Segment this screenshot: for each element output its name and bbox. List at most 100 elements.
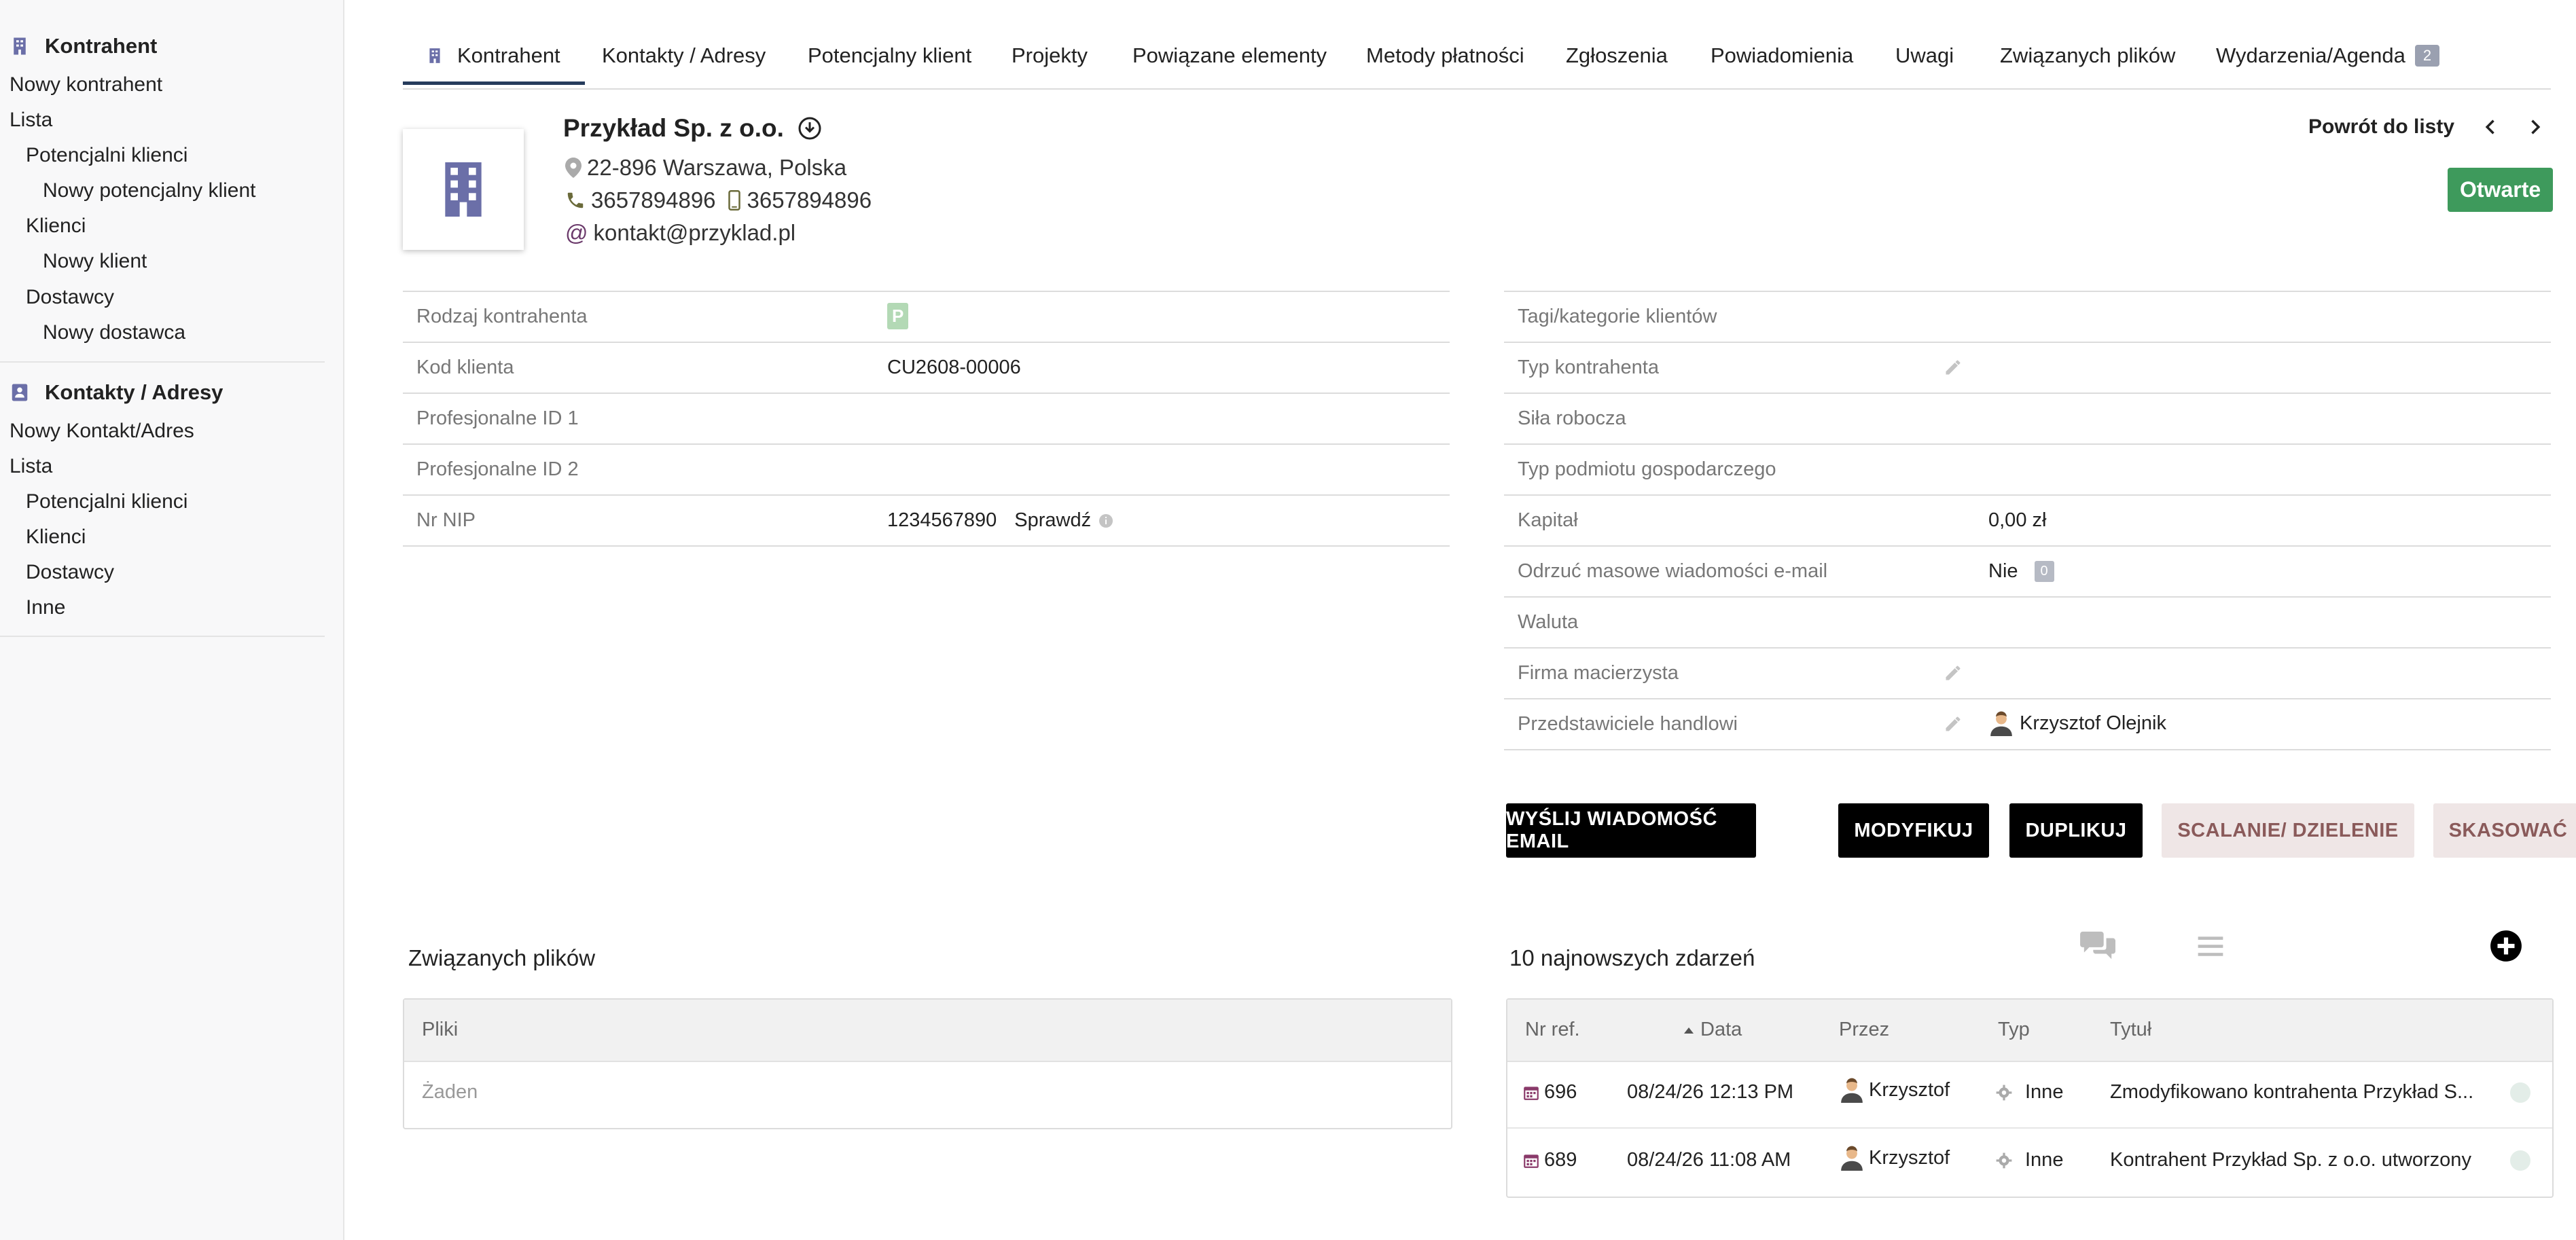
event-author[interactable]: Krzysztof: [1839, 1077, 1950, 1103]
check-vat-link[interactable]: Sprawdź: [1014, 509, 1091, 532]
field-row: Typ kontrahenta: [1504, 343, 2551, 394]
tab-agenda[interactable]: Wydarzenia/Agenda 2: [2216, 43, 2440, 68]
sidebar-item-contacts-suppliers[interactable]: Dostawcy: [26, 561, 114, 584]
building-icon: [445, 162, 482, 217]
status-dot: [2510, 1150, 2530, 1171]
chevron-left-icon[interactable]: [2482, 117, 2501, 136]
sidebar-item-prospects[interactable]: Potencjalni klienci: [26, 144, 187, 167]
events-section-title: 10 najnowszych zdarzeń: [1509, 945, 1755, 970]
tab-prospect[interactable]: Potencjalny klient: [808, 43, 971, 68]
events-header-row: Nr ref. Data Przez Typ Tytuł: [1507, 1000, 2552, 1062]
tab-contacts[interactable]: Kontakty / Adresy: [602, 43, 766, 68]
left-fields-table: Rodzaj kontrahenta P Kod klienta CU2608-…: [403, 291, 1450, 547]
column-header-title[interactable]: Tytuł: [2110, 1019, 2151, 1041]
event-author[interactable]: Krzysztof: [1839, 1145, 1950, 1171]
sidebar-item-list[interactable]: Lista: [10, 109, 52, 132]
sidebar-item-new-supplier[interactable]: Nowy dostawca: [43, 321, 185, 344]
tab-label: Metody płatności: [1366, 43, 1524, 67]
sidebar-item-new-thirdparty[interactable]: Nowy kontrahent: [10, 73, 162, 96]
phone-icon: [567, 192, 584, 208]
sidebar-item-contacts-others[interactable]: Inne: [26, 596, 65, 619]
column-header-date[interactable]: Data: [1683, 1019, 1742, 1041]
sidebar-item-new-customer[interactable]: Nowy klient: [43, 250, 147, 273]
address: 22-896 Warszawa, Polska: [587, 155, 847, 180]
back-to-list-link[interactable]: Powrót do listy: [2308, 115, 2454, 139]
back-to-list: Powrót do listy: [2308, 115, 2544, 139]
column-header-ref[interactable]: Nr ref.: [1525, 1019, 1580, 1041]
duplicate-button[interactable]: DUPLIKUJ: [2009, 803, 2143, 858]
user-avatar-icon: [1990, 711, 2012, 736]
gear-icon: [1996, 1084, 2012, 1100]
pencil-icon[interactable]: [1944, 714, 1963, 733]
tab-label: Powiązane elementy: [1132, 43, 1327, 67]
tab-projects[interactable]: Projekty: [1012, 43, 1088, 68]
customer-code: CU2608-00006: [887, 357, 1021, 378]
sidebar-item-contacts-prospects[interactable]: Potencjalni klienci: [26, 490, 187, 513]
sidebar-section-title: Kontakty / Adresy: [45, 380, 223, 404]
pencil-icon[interactable]: [1944, 358, 1963, 377]
sidebar-section-thirdparty[interactable]: Kontrahent: [10, 34, 157, 58]
list-view-icon[interactable]: [2196, 932, 2225, 962]
left-sidebar: Kontrahent Nowy kontrahent Lista Potencj…: [0, 0, 344, 1240]
sidebar-section-title: Kontrahent: [45, 34, 158, 58]
sidebar-item-new-prospect[interactable]: Nowy potencjalny klient: [43, 179, 256, 202]
chevron-right-icon[interactable]: [2525, 117, 2544, 136]
sales-rep[interactable]: Krzysztof Olejnik: [1988, 710, 2166, 736]
merge-split-button[interactable]: SCALANIE/ DZIELENIE: [2162, 803, 2414, 858]
company-logo: [403, 129, 524, 250]
status-dot: [2510, 1082, 2530, 1103]
company-title: Przykład Sp. z o.o.: [563, 114, 822, 143]
field-label: Odrzuć masowe wiadomości e-mail: [1518, 560, 1828, 582]
sidebar-item-customers[interactable]: Klienci: [26, 215, 86, 238]
prospect-badge: P: [887, 303, 909, 329]
add-event-icon[interactable]: [2489, 929, 2523, 963]
tab-thirdparty[interactable]: Kontrahent: [403, 43, 585, 85]
event-ref[interactable]: 696: [1522, 1081, 1577, 1104]
event-ref[interactable]: 689: [1522, 1149, 1577, 1171]
chat-bubbles-icon[interactable]: [2079, 929, 2118, 963]
pencil-icon[interactable]: [1944, 663, 1963, 682]
field-label: Waluta: [1518, 611, 1579, 633]
event-date: 08/24/26 12:13 PM: [1627, 1081, 1794, 1103]
tab-label: Powiadomienia: [1711, 43, 1854, 67]
column-header-by[interactable]: Przez: [1839, 1019, 1889, 1041]
tab-label: Kontrahent: [457, 43, 560, 67]
table-row[interactable]: 689 08/24/26 11:08 AM Krzysztof Inne Kon…: [1507, 1129, 2552, 1195]
download-icon[interactable]: [798, 116, 822, 141]
send-email-button[interactable]: WYŚLIJ WIADOMOŚĆ EMAIL: [1506, 803, 1756, 858]
event-title[interactable]: Kontrahent Przykład Sp. z o.o. utworzony: [2110, 1149, 2471, 1171]
tab-payment-methods[interactable]: Metody płatności: [1366, 43, 1524, 68]
tab-notes[interactable]: Uwagi: [1895, 43, 1954, 68]
field-label: Przedstawiciele handlowi: [1518, 713, 1738, 735]
company-name: Przykład Sp. z o.o.: [563, 114, 784, 142]
sidebar-item-contacts-list[interactable]: Lista: [10, 455, 52, 478]
user-avatar-icon: [1841, 1078, 1863, 1103]
delete-button[interactable]: SKASOWAĆ: [2433, 803, 2576, 858]
table-row[interactable]: 696 08/24/26 12:13 PM Krzysztof Inne Zmo…: [1507, 1061, 2552, 1129]
at-sign-icon: @: [565, 220, 588, 245]
tab-linked-objects[interactable]: Powiązane elementy: [1132, 43, 1327, 68]
tab-notifications[interactable]: Powiadomienia: [1711, 43, 1853, 68]
field-row: Waluta: [1504, 598, 2551, 649]
event-ref-number: 689: [1544, 1149, 1577, 1171]
count-badge: 2: [2414, 45, 2440, 67]
sidebar-section-contacts[interactable]: Kontakty / Adresy: [10, 380, 223, 405]
phone[interactable]: 3657894896: [591, 187, 716, 213]
sidebar-item-contacts-customers[interactable]: Klienci: [26, 526, 86, 549]
field-label: Kapitał: [1518, 509, 1578, 531]
tab-documents[interactable]: Związanych plików: [2000, 43, 2175, 68]
email[interactable]: kontakt@przyklad.pl: [594, 220, 796, 246]
modify-button[interactable]: MODYFIKUJ: [1838, 803, 1989, 858]
mobile[interactable]: 3657894896: [747, 187, 872, 213]
event-ref-number: 696: [1544, 1081, 1577, 1103]
column-header-type[interactable]: Typ: [1998, 1019, 2030, 1041]
field-row: Typ podmiotu gospodarczego: [1504, 445, 2551, 496]
address-line: 22-896 Warszawa, Polska: [565, 155, 846, 181]
field-label: Kod klienta: [416, 357, 514, 378]
event-title[interactable]: Zmodyfikowano kontrahenta Przykład S...: [2110, 1081, 2473, 1104]
sidebar-item-suppliers[interactable]: Dostawcy: [26, 286, 114, 309]
calendar-icon: [1524, 1086, 1539, 1100]
tab-tickets[interactable]: Zgłoszenia: [1566, 43, 1668, 68]
files-table: Pliki Żaden: [403, 998, 1452, 1129]
sidebar-item-new-contact[interactable]: Nowy Kontakt/Adres: [10, 420, 194, 443]
